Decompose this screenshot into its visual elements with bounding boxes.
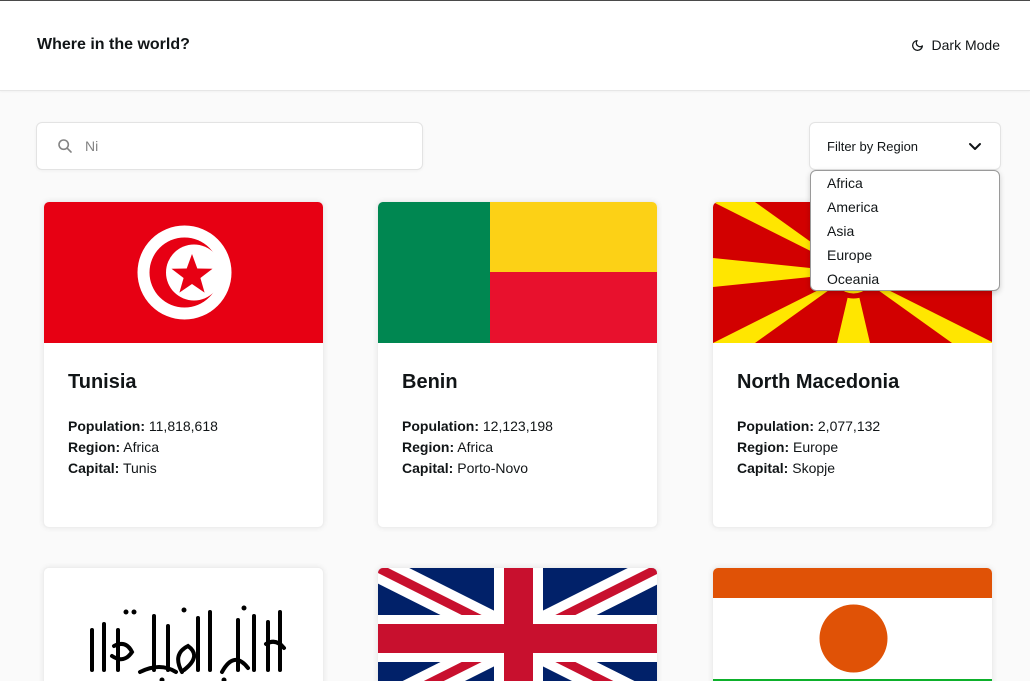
capital-value: Porto-Novo xyxy=(457,460,529,476)
moon-icon xyxy=(911,39,923,51)
population-row: Population: 11,818,618 xyxy=(68,416,299,437)
population-row: Population: 12,123,198 xyxy=(402,416,633,437)
country-card[interactable] xyxy=(712,567,993,681)
app-header: Where in the world? Dark Mode xyxy=(0,1,1030,91)
benin-flag xyxy=(378,202,657,343)
united-kingdom-flag xyxy=(378,568,657,681)
country-name: Benin xyxy=(402,371,458,393)
population-value: 12,123,198 xyxy=(482,418,553,434)
region-row: Region: Africa xyxy=(402,437,633,458)
tunisia-flag xyxy=(44,202,323,343)
country-name: Tunisia xyxy=(68,371,137,393)
filter-label: Filter by Region xyxy=(827,139,919,154)
population-label: Population: xyxy=(402,418,479,434)
region-option-oceania[interactable]: Oceania xyxy=(811,271,999,295)
capital-label: Capital: xyxy=(68,460,120,476)
region-value: Europe xyxy=(793,439,839,455)
region-label: Region: xyxy=(402,439,455,455)
search-box[interactable] xyxy=(36,122,423,170)
country-card[interactable]: Benin Population: 12,123,198 Region: Afr… xyxy=(377,201,658,528)
population-label: Population: xyxy=(68,418,145,434)
capital-value: Skopje xyxy=(792,460,836,476)
search-input[interactable] xyxy=(85,123,405,169)
region-option-europe[interactable]: Europe xyxy=(811,247,999,271)
population-label: Population: xyxy=(737,418,814,434)
country-card[interactable] xyxy=(377,567,658,681)
region-label: Region: xyxy=(737,439,790,455)
region-option-america[interactable]: America xyxy=(811,199,999,223)
niger-flag xyxy=(713,568,992,681)
region-row: Region: Europe xyxy=(737,437,968,458)
region-value: Africa xyxy=(457,439,494,455)
population-value: 2,077,132 xyxy=(817,418,881,434)
app-title: Where in the world? xyxy=(37,36,190,53)
capital-label: Capital: xyxy=(737,460,789,476)
capital-row: Capital: Porto-Novo xyxy=(402,458,633,479)
region-filter[interactable]: Filter by Region xyxy=(809,122,1001,170)
country-card[interactable]: Tunisia Population: 11,818,618 Region: A… xyxy=(43,201,324,528)
dark-mode-toggle[interactable]: Dark Mode xyxy=(911,37,1000,53)
country-card[interactable] xyxy=(43,567,324,681)
region-dropdown: Africa America Asia Europe Oceania xyxy=(810,170,1000,291)
capital-label: Capital: xyxy=(402,460,454,476)
region-option-africa[interactable]: Africa xyxy=(811,175,999,199)
search-icon xyxy=(58,139,72,153)
afghanistan-flag xyxy=(44,568,323,681)
dark-mode-label: Dark Mode xyxy=(931,37,1000,53)
chevron-down-icon xyxy=(969,143,981,150)
region-row: Region: Africa xyxy=(68,437,299,458)
region-value: Africa xyxy=(123,439,160,455)
capital-value: Tunis xyxy=(122,460,157,476)
country-name: North Macedonia xyxy=(737,371,900,393)
region-label: Region: xyxy=(68,439,121,455)
capital-row: Capital: Tunis xyxy=(68,458,299,479)
capital-row: Capital: Skopje xyxy=(737,458,968,479)
population-row: Population: 2,077,132 xyxy=(737,416,968,437)
population-value: 11,818,618 xyxy=(148,418,218,434)
region-option-asia[interactable]: Asia xyxy=(811,223,999,247)
